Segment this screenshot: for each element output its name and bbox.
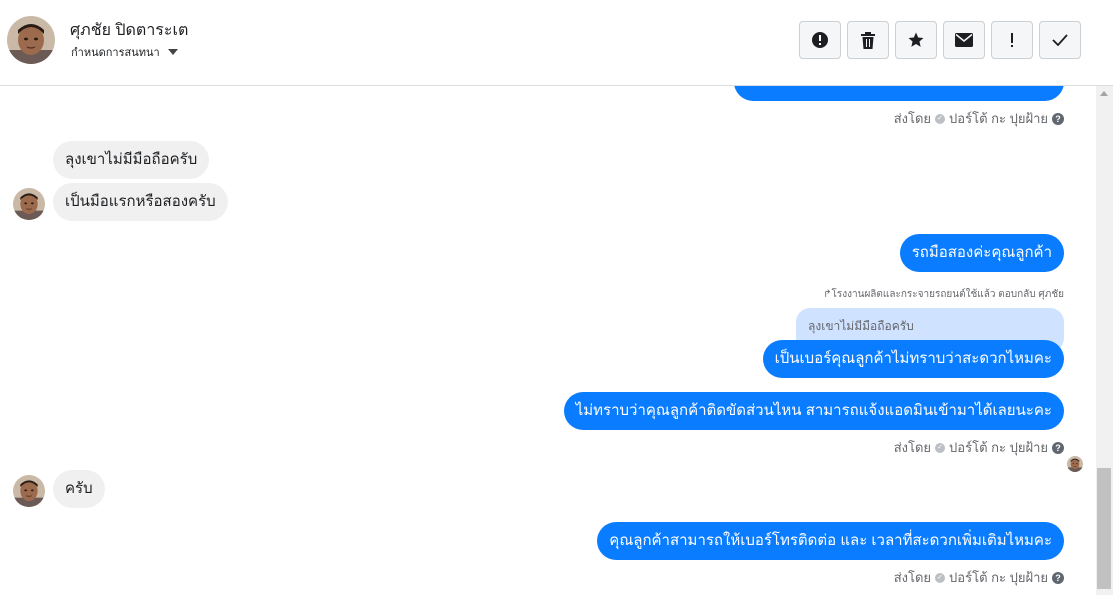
trash-icon (861, 31, 875, 49)
envelope-icon (955, 33, 973, 47)
message-thread: ส่งโดย ✓ ปอร์โต้ กะ ปุยฝ้าย ? ลุงเขาไม่ม… (0, 86, 1096, 595)
delete-button[interactable] (847, 21, 889, 59)
check-badge-icon: ✓ (935, 572, 946, 583)
sent-by-author[interactable]: ปอร์โต้ กะ ปุยฝ้าย (949, 567, 1048, 588)
contact-avatar-small[interactable] (13, 188, 45, 220)
sent-by-meta: ส่งโดย ✓ ปอร์โต้ กะ ปุยฝ้าย ? (894, 567, 1064, 588)
exclamation-icon (1011, 33, 1013, 47)
conversation-schedule[interactable]: กำหนดการสนทนา (71, 43, 178, 61)
incoming-message[interactable]: ครับ (53, 470, 105, 508)
sent-by-meta: ส่งโดย ✓ ปอร์โต้ กะ ปุยฝ้าย ? (894, 437, 1064, 458)
contact-avatar[interactable] (7, 16, 55, 64)
reply-note: ↱โรงงานผลิตและกระจายรถยนต์ใช้แล้ว ตอบกลั… (823, 287, 1064, 302)
conversation-header: ศุภชัย ปิดตาระเต กำหนดการสนทนา (0, 0, 1113, 86)
incoming-message[interactable]: ลุงเขาไม่มีมือถือครับ (53, 141, 210, 179)
caret-down-icon (167, 49, 178, 55)
conversation-schedule-label: กำหนดการสนทนา (71, 47, 160, 59)
contact-name[interactable]: ศุภชัย ปิดตาระเต (70, 18, 188, 43)
star-button[interactable] (895, 21, 937, 59)
sent-by-label: ส่งโดย (893, 570, 932, 585)
help-icon[interactable]: ? (1052, 571, 1064, 584)
outgoing-message[interactable]: ไม่ทราบว่าคุณลูกค้าติดขัดส่วนไหน สามารถแ… (563, 392, 1064, 430)
outgoing-message[interactable]: เป็นเบอร์คุณลูกค้าไม่ทราบว่าสะดวกไหมคะ (762, 340, 1064, 378)
mark-unread-button[interactable] (943, 21, 985, 59)
check-badge-icon: ✓ (935, 442, 946, 453)
check-icon (1052, 34, 1068, 46)
sent-by-label: ส่งโดย (893, 440, 932, 455)
follow-up-button[interactable] (991, 21, 1033, 59)
help-icon[interactable]: ? (1052, 112, 1064, 125)
conversation-toolbar (799, 21, 1081, 59)
sent-by-meta: ส่งโดย ✓ ปอร์โต้ กะ ปุยฝ้าย ? (894, 108, 1064, 129)
contact-avatar-small[interactable] (13, 475, 45, 507)
reply-note-text: โรงงานผลิตและกระจายรถยนต์ใช้แล้ว ตอบกลับ… (831, 289, 1064, 300)
seen-indicator-avatar (1067, 456, 1083, 472)
check-badge-icon: ✓ (935, 113, 946, 124)
scrollbar-thumb[interactable] (1097, 468, 1111, 589)
incoming-message[interactable]: เป็นมือแรกหรือสองครับ (53, 183, 228, 221)
outgoing-message[interactable]: คุณลูกค้าสามารถให้เบอร์โทรติดต่อ และ เวล… (597, 522, 1064, 560)
mark-spam-button[interactable] (799, 21, 841, 59)
sent-by-author[interactable]: ปอร์โต้ กะ ปุยฝ้าย (949, 437, 1048, 458)
outgoing-message-cutoff[interactable] (734, 86, 1064, 101)
scroll-up-arrow-icon[interactable] (1100, 91, 1108, 96)
outgoing-message[interactable]: รถมือสองค่ะคุณลูกค้า (899, 234, 1064, 272)
help-icon[interactable]: ? (1052, 441, 1064, 454)
alert-circle-icon (812, 32, 828, 48)
sent-by-label: ส่งโดย (893, 111, 932, 126)
mark-done-button[interactable] (1039, 21, 1081, 59)
star-icon (908, 32, 924, 47)
sent-by-author[interactable]: ปอร์โต้ กะ ปุยฝ้าย (949, 108, 1048, 129)
